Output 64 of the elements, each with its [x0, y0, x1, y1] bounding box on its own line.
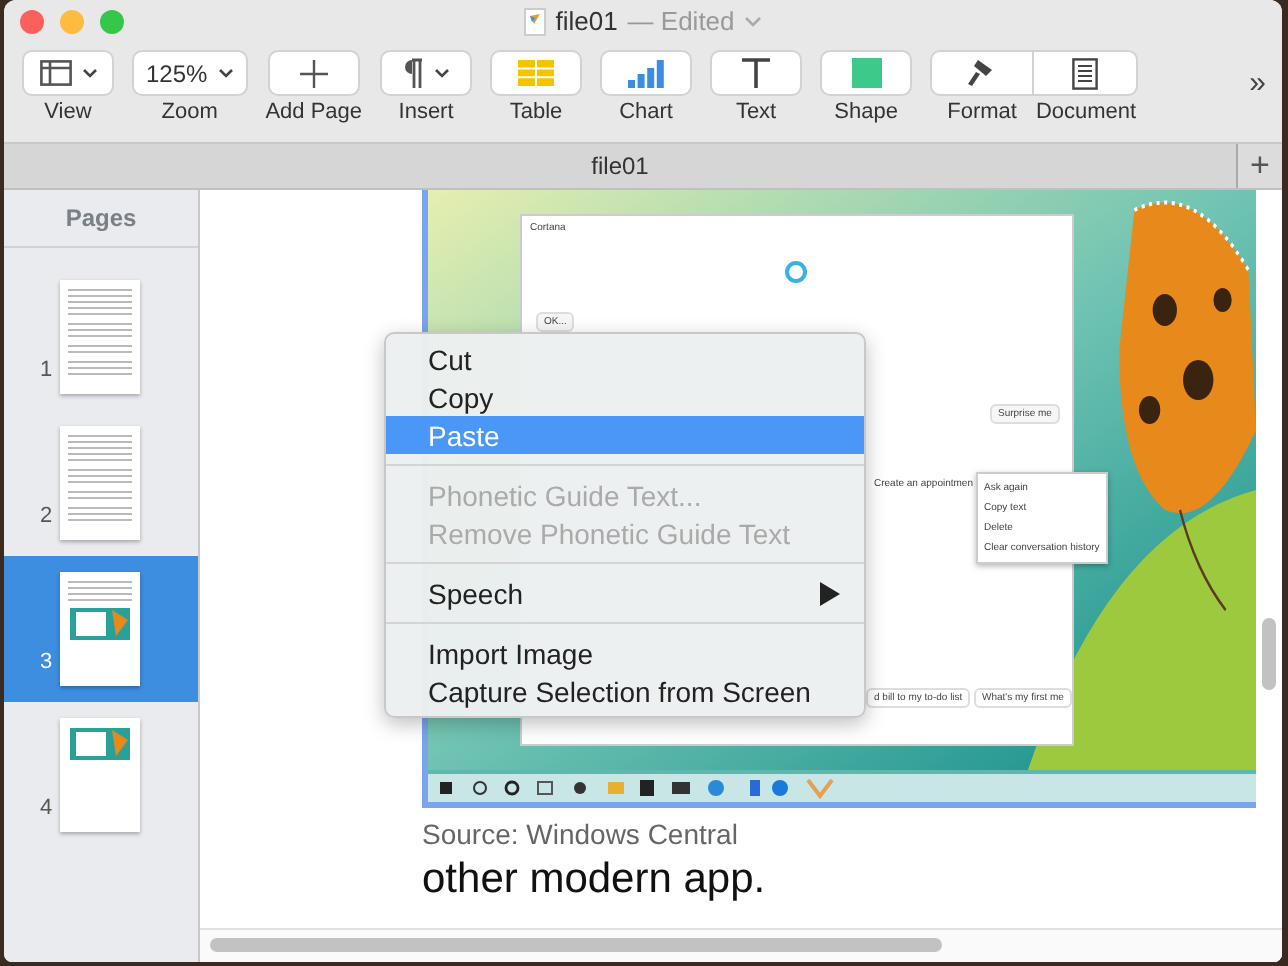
- edited-status: — Edited: [627, 6, 735, 36]
- text-t-icon: [742, 58, 771, 88]
- minimize-button[interactable]: [60, 10, 84, 34]
- page-number: 3: [40, 650, 53, 678]
- zoom-toolbar-button[interactable]: 125%: [132, 50, 248, 96]
- toolbar-label: Table: [509, 100, 563, 124]
- bar-chart-icon: [628, 59, 665, 87]
- caret-icon: [81, 68, 97, 78]
- text-toolbar-button[interactable]: [710, 50, 803, 96]
- window-title: file01: [555, 6, 618, 36]
- toolbar-label: Shape: [834, 100, 898, 124]
- view-toolbar-button[interactable]: [22, 50, 114, 96]
- toolbar-label: Document: [1035, 100, 1137, 124]
- zoom-button[interactable]: [100, 10, 124, 34]
- horizontal-scrollbar[interactable]: [210, 938, 942, 952]
- toolbar-label: Chart: [619, 100, 673, 124]
- toolbar-label: Add Page: [265, 100, 363, 124]
- ring-icon: [784, 260, 808, 284]
- image-caption: Source: Windows Central: [422, 818, 740, 850]
- toolbar-label: Text: [735, 100, 777, 124]
- add-toolbar-button[interactable]: [267, 50, 360, 96]
- vertical-scrollbar[interactable]: [1262, 618, 1276, 690]
- page-thumbnail-item[interactable]: 4: [4, 702, 198, 848]
- toolbar-label: Format: [947, 100, 1017, 124]
- more-tools-button[interactable]: »: [1249, 66, 1266, 100]
- page-thumbnail-drawing: [60, 572, 141, 686]
- close-button[interactable]: [20, 10, 44, 34]
- toolbar-label: Zoom: [161, 100, 218, 124]
- toolbar-label: Insert: [398, 100, 454, 124]
- format-toolbar-button[interactable]: [930, 50, 1035, 96]
- caret-icon[interactable]: [744, 15, 763, 27]
- plus-icon: [299, 59, 328, 87]
- page-number: 4: [40, 796, 53, 824]
- toolbar-label: View: [44, 100, 92, 124]
- page-thumbnail-item[interactable]: 2: [4, 410, 198, 556]
- document-icon: [1072, 57, 1099, 89]
- page-thumbnail-item[interactable]: 1: [4, 264, 198, 410]
- caret-icon: [434, 68, 451, 78]
- submenu-arrow-icon: [820, 581, 840, 605]
- caret-icon: [217, 68, 234, 78]
- new-tab-button[interactable]: +: [1236, 144, 1282, 188]
- document-icon: [523, 7, 546, 35]
- table-toolbar-button[interactable]: [490, 50, 583, 96]
- body-text: other modern app.: [422, 856, 768, 904]
- document-toolbar-button[interactable]: [1034, 50, 1139, 96]
- page-thumbnail-drawing: [60, 426, 141, 540]
- pilcrow-icon: [402, 58, 425, 88]
- context-menu-item[interactable]: Speech: [386, 574, 864, 612]
- sidebar-icon: [39, 60, 71, 86]
- table-icon: [518, 60, 555, 86]
- document-tab[interactable]: file01: [4, 152, 1236, 180]
- context-menu-item[interactable]: Capture Selection from Screen: [386, 672, 864, 710]
- context-menu-item[interactable]: Import Image: [386, 634, 864, 672]
- insert-toolbar-button[interactable]: [380, 50, 473, 96]
- context-menu-item[interactable]: Copy: [386, 378, 864, 416]
- chart-toolbar-button[interactable]: [600, 50, 693, 96]
- sidebar-header: Pages: [4, 190, 198, 248]
- page-number: 2: [40, 504, 53, 532]
- page-thumbnail-drawing: [60, 718, 141, 832]
- context-menu-item[interactable]: Cut: [386, 340, 864, 378]
- square-icon: [851, 58, 882, 88]
- page-number: 1: [40, 358, 53, 386]
- page-thumbnail-drawing: [60, 280, 141, 394]
- shape-toolbar-button[interactable]: [820, 50, 913, 96]
